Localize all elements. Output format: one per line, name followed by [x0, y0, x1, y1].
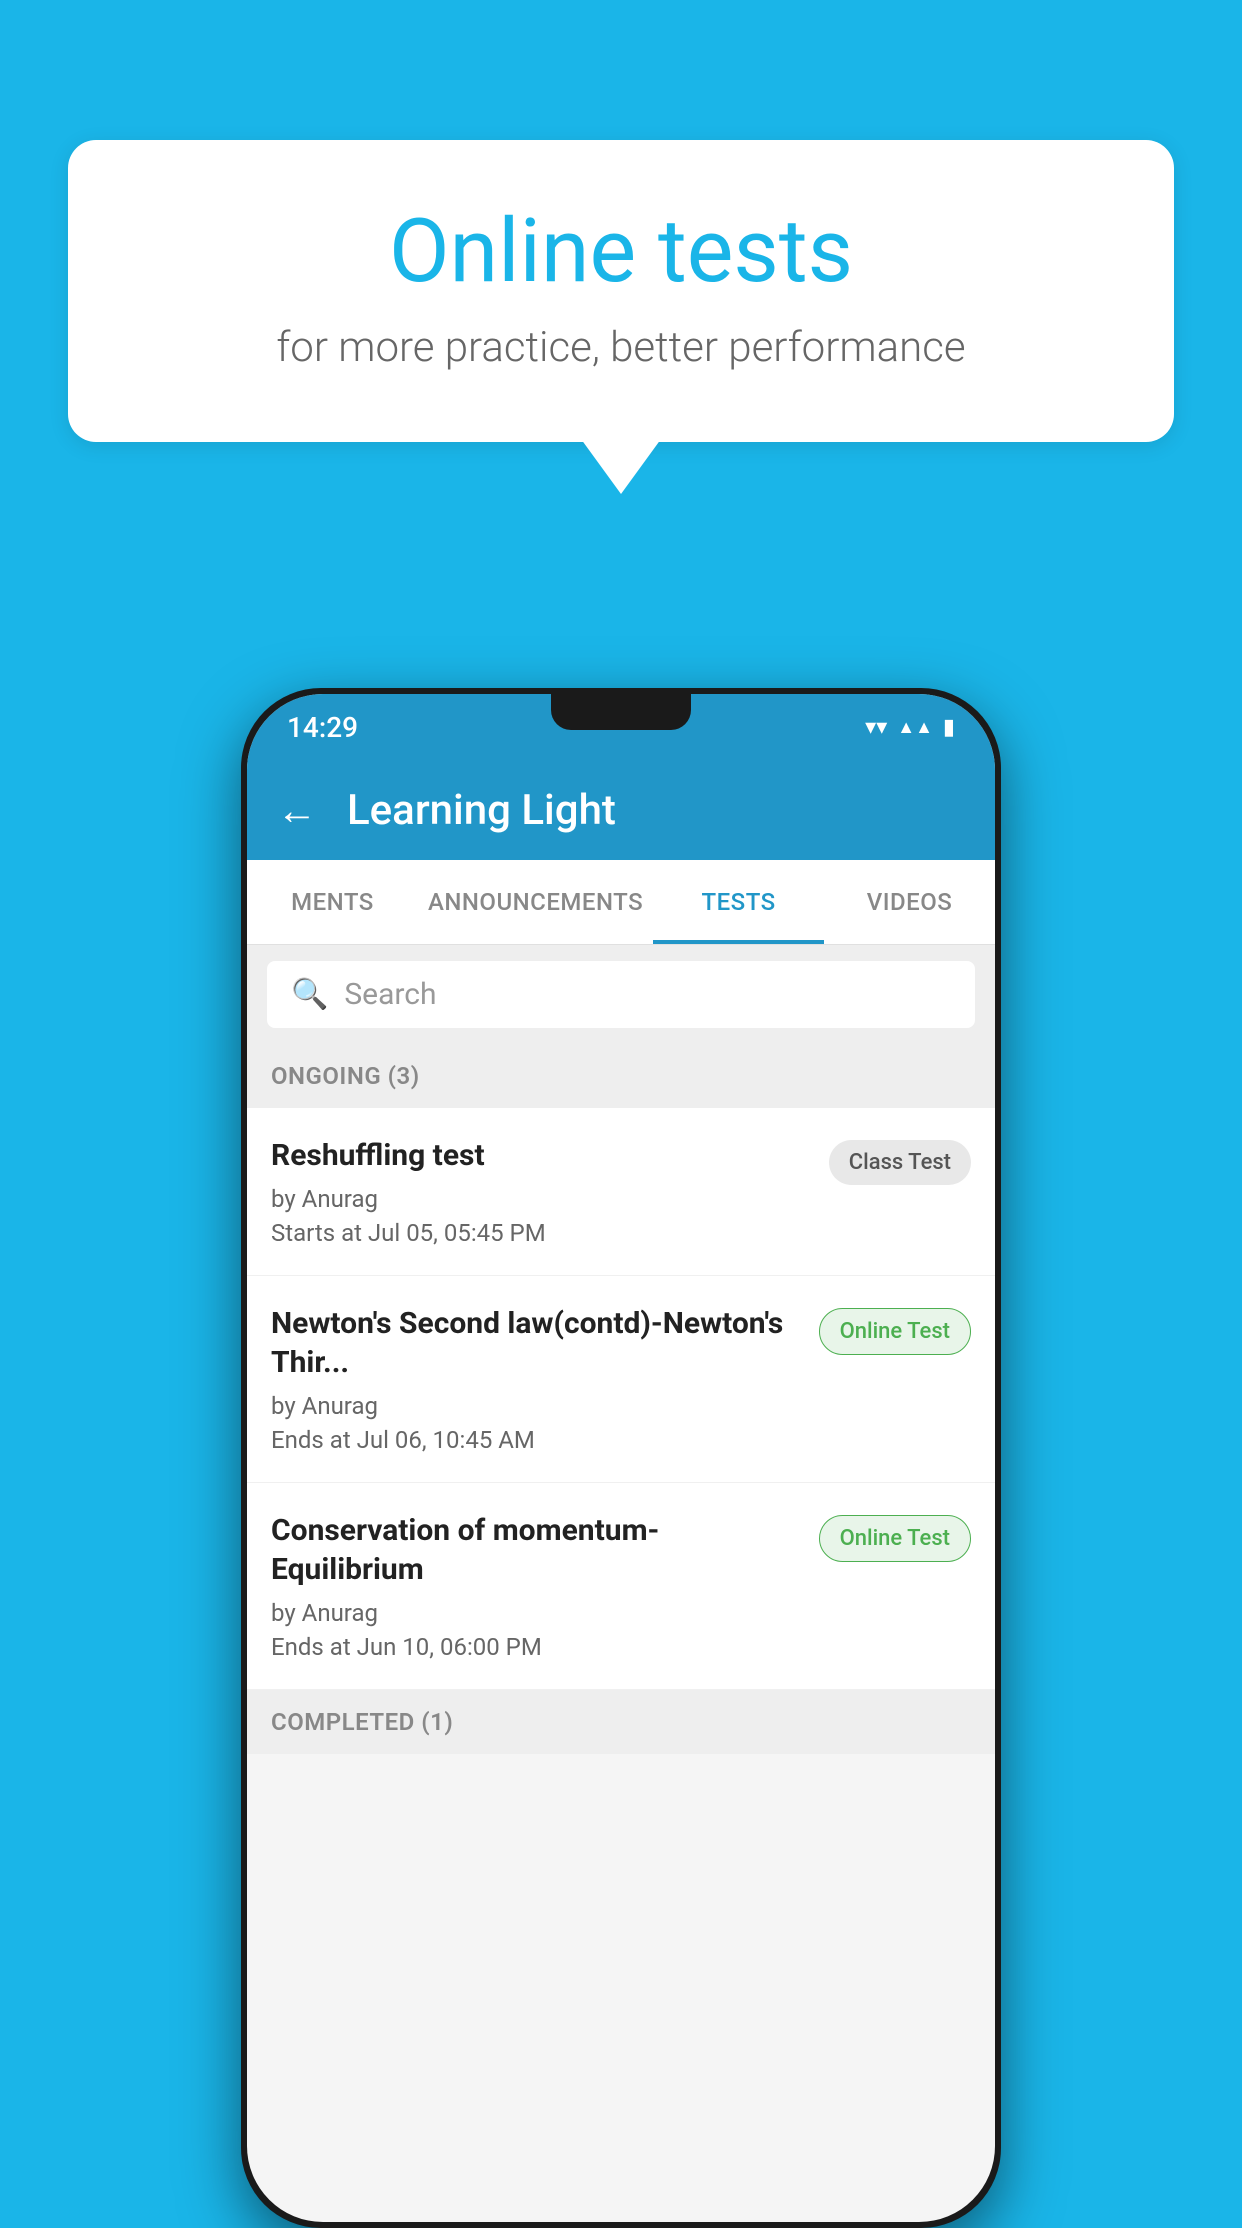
tab-videos[interactable]: VIDEOS — [824, 860, 995, 944]
tab-tests[interactable]: TESTS — [653, 860, 824, 944]
test-name-1: Reshuffling test — [271, 1136, 813, 1175]
search-input[interactable]: Search — [344, 977, 436, 1012]
tab-ments[interactable]: MENTS — [247, 860, 418, 944]
test-item-2[interactable]: Newton's Second law(contd)-Newton's Thir… — [247, 1276, 995, 1483]
status-bar: 14:29 ▾▾ ▲▲ ▮ — [247, 694, 995, 760]
phone-screen: 14:29 ▾▾ ▲▲ ▮ ← Learning Light MENTS ANN… — [247, 694, 995, 2222]
ongoing-section-title: ONGOING (3) — [271, 1062, 420, 1090]
completed-section-title: COMPLETED (1) — [271, 1708, 453, 1736]
test-author-3: by Anurag — [271, 1599, 803, 1627]
test-name-2: Newton's Second law(contd)-Newton's Thir… — [271, 1304, 803, 1382]
bubble-title: Online tests — [148, 200, 1094, 303]
battery-icon: ▮ — [943, 715, 955, 740]
search-container: 🔍 Search — [247, 945, 995, 1044]
test-item-1[interactable]: Reshuffling test by Anurag Starts at Jul… — [247, 1108, 995, 1276]
notch — [551, 694, 691, 730]
search-bar[interactable]: 🔍 Search — [267, 961, 975, 1028]
test-date-1: Starts at Jul 05, 05:45 PM — [271, 1219, 813, 1247]
test-info-1: Reshuffling test by Anurag Starts at Jul… — [271, 1136, 813, 1247]
test-list: Reshuffling test by Anurag Starts at Jul… — [247, 1108, 995, 1690]
test-item-3[interactable]: Conservation of momentum-Equilibrium by … — [247, 1483, 995, 1690]
phone-frame: 14:29 ▾▾ ▲▲ ▮ ← Learning Light MENTS ANN… — [241, 688, 1001, 2228]
tab-announcements[interactable]: ANNOUNCEMENTS — [418, 860, 653, 944]
test-badge-3: Online Test — [819, 1515, 971, 1562]
tabs-container: MENTS ANNOUNCEMENTS TESTS VIDEOS — [247, 860, 995, 945]
search-icon: 🔍 — [291, 977, 328, 1012]
status-icons: ▾▾ ▲▲ ▮ — [865, 715, 955, 740]
test-date-2: Ends at Jul 06, 10:45 AM — [271, 1426, 803, 1454]
back-button[interactable]: ← — [277, 787, 317, 834]
app-bar: ← Learning Light — [247, 760, 995, 860]
bubble-subtitle: for more practice, better performance — [148, 323, 1094, 372]
test-info-2: Newton's Second law(contd)-Newton's Thir… — [271, 1304, 803, 1454]
signal-icon: ▲▲ — [897, 717, 933, 738]
test-author-2: by Anurag — [271, 1392, 803, 1420]
app-title: Learning Light — [347, 786, 616, 835]
completed-section-header: COMPLETED (1) — [247, 1690, 995, 1754]
test-info-3: Conservation of momentum-Equilibrium by … — [271, 1511, 803, 1661]
speech-bubble-container: Online tests for more practice, better p… — [68, 140, 1174, 442]
ongoing-section-header: ONGOING (3) — [247, 1044, 995, 1108]
speech-bubble: Online tests for more practice, better p… — [68, 140, 1174, 442]
status-time: 14:29 — [287, 711, 358, 744]
test-badge-1: Class Test — [829, 1140, 971, 1185]
test-date-3: Ends at Jun 10, 06:00 PM — [271, 1633, 803, 1661]
wifi-icon: ▾▾ — [865, 715, 887, 740]
test-author-1: by Anurag — [271, 1185, 813, 1213]
test-name-3: Conservation of momentum-Equilibrium — [271, 1511, 803, 1589]
test-badge-2: Online Test — [819, 1308, 971, 1355]
